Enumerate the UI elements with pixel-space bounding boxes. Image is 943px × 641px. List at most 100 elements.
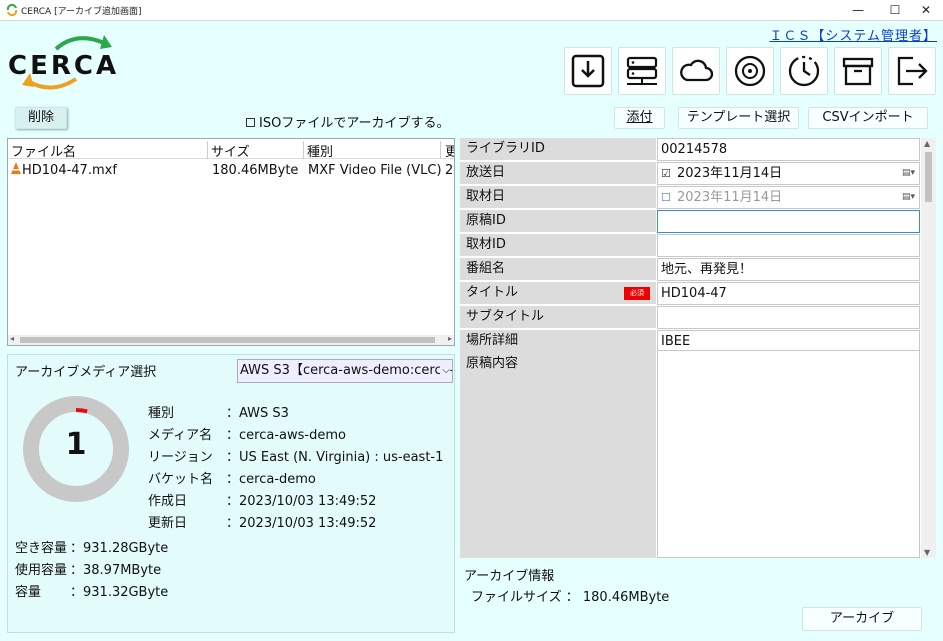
- title-field[interactable]: HD104-47: [657, 282, 920, 305]
- form-row-coverage-date: 取材日 ☐ 2023年11月14日 ▤▾: [460, 186, 920, 209]
- disc-button[interactable]: [726, 47, 774, 95]
- media-info-value: ：2023/10/03 13:49:52: [226, 494, 377, 509]
- media-info-value: ：cerca-demo: [226, 472, 316, 487]
- archive-button[interactable]: アーカイブ: [802, 607, 922, 631]
- used-capacity-label: 使用容量: [15, 563, 68, 578]
- field-label: ライブラリID: [460, 138, 656, 161]
- file-updated: 2(: [445, 163, 454, 178]
- field-label: 取材ID: [460, 234, 656, 257]
- library-id-field[interactable]: 00214578: [657, 138, 920, 161]
- scroll-down-icon[interactable]: ▼: [924, 548, 930, 557]
- logo-text: CERCA: [8, 51, 120, 81]
- window-title: CERCA [アーカイブ追加画面]: [21, 7, 142, 17]
- attach-button[interactable]: 添付: [614, 107, 665, 129]
- field-label: 取材日: [460, 186, 656, 209]
- archive-info-heading: アーカイブ情報: [464, 569, 555, 584]
- archive-box-button[interactable]: [834, 47, 882, 95]
- media-info-label: リージョン: [148, 450, 213, 465]
- column-size[interactable]: サイズ: [208, 141, 304, 160]
- column-updated[interactable]: 更: [442, 141, 454, 160]
- calendar-dropdown-icon[interactable]: ▤▾: [902, 163, 915, 184]
- total-capacity-value: ：931.32GByte: [70, 585, 169, 600]
- form-row-title: タイトル 必須 HD104-47: [460, 282, 920, 305]
- iso-checkbox-label: ISOファイルでアーカイブする。: [259, 116, 450, 131]
- form-row-manuscript-id: 原稿ID: [460, 210, 920, 233]
- column-filename[interactable]: ファイル名: [8, 141, 208, 160]
- file-list-hscrollbar[interactable]: ◂ ▸: [8, 334, 454, 345]
- manuscript-content-textarea[interactable]: [657, 350, 920, 558]
- form-row-program-name: 番組名 地元、再発見！: [460, 258, 920, 281]
- minimize-button[interactable]: —: [841, 0, 875, 21]
- file-size: 180.46MByte: [212, 163, 299, 178]
- archive-box-icon: [842, 57, 874, 86]
- download-icon: [571, 54, 605, 88]
- file-name: HD104-47.mxf: [22, 163, 117, 178]
- delete-button[interactable]: 削除: [15, 107, 67, 129]
- user-link[interactable]: ＩＣＳ【システム管理者】: [769, 25, 937, 44]
- media-info-value: ：US East (N. Virginia) : us-east-1: [226, 450, 444, 465]
- used-capacity-value: ：38.97MByte: [70, 563, 162, 578]
- cerca-logo: CERCA: [6, 29, 121, 97]
- file-list[interactable]: ファイル名 サイズ 種別 更 HD104-47.mxf 180.46MByte …: [7, 138, 455, 346]
- media-info-value: ：cerca-aws-demo: [226, 428, 346, 443]
- media-select[interactable]: AWS S3【cerca-aws-demo:cerca-demo】 ⌵: [237, 359, 453, 383]
- file-list-header: ファイル名 サイズ 種別 更: [8, 139, 454, 160]
- coverage-date-value: 2023年11月14日: [677, 190, 783, 205]
- scroll-up-icon[interactable]: ▲: [924, 139, 930, 148]
- cloud-button[interactable]: [672, 47, 720, 95]
- total-capacity-label: 容量: [15, 585, 42, 600]
- metadata-form: ライブラリID 00214578 放送日 ☑ 2023年11月14日 ▤▾ 取材日…: [460, 138, 936, 558]
- csv-import-button[interactable]: CSVインポート: [808, 107, 928, 129]
- form-row-coverage-id: 取材ID: [460, 234, 920, 257]
- archive-file-size: ファイルサイズ ： 180.46MByte: [471, 590, 670, 605]
- clock-icon: [788, 55, 820, 87]
- download-button[interactable]: [564, 47, 612, 95]
- vlc-file-icon: [11, 162, 21, 178]
- window-titlebar: CERCA [アーカイブ追加画面] — ☐ ✕: [0, 0, 943, 21]
- coverage-id-field[interactable]: [657, 234, 920, 257]
- scroll-right-icon[interactable]: ▸: [448, 334, 452, 343]
- column-type[interactable]: 種別: [304, 141, 441, 160]
- subtitle-field[interactable]: [657, 306, 920, 329]
- disc-icon: [734, 55, 766, 87]
- iso-checkbox-box[interactable]: [246, 118, 255, 127]
- media-info-label: メディア名: [148, 428, 213, 443]
- free-capacity-label: 空き容量: [15, 541, 68, 556]
- coverage-date-checkbox[interactable]: ☐: [661, 187, 671, 208]
- logout-button[interactable]: [888, 47, 936, 95]
- file-list-hscroll-thumb[interactable]: [20, 337, 435, 343]
- attach-label: 添付: [626, 110, 653, 125]
- template-select-button[interactable]: テンプレート選択: [678, 107, 799, 129]
- media-info-label: 種別: [148, 406, 175, 421]
- media-info-label: 更新日: [148, 516, 188, 531]
- scroll-left-icon[interactable]: ◂: [10, 334, 14, 343]
- form-row-subtitle: サブタイトル: [460, 306, 920, 329]
- logout-icon: [897, 56, 928, 86]
- broadcast-date-checkbox[interactable]: ☑: [661, 163, 671, 184]
- field-label: 原稿ID: [460, 210, 656, 233]
- form-vscroll-thumb[interactable]: [925, 152, 932, 202]
- broadcast-date-picker[interactable]: ☑ 2023年11月14日 ▤▾: [657, 162, 920, 185]
- field-label: 番組名: [460, 258, 656, 281]
- chevron-down-icon: ⌵: [440, 360, 450, 382]
- field-label: サブタイトル: [460, 306, 656, 329]
- calendar-dropdown-icon[interactable]: ▤▾: [902, 187, 915, 208]
- manuscript-id-field[interactable]: [657, 210, 920, 233]
- iso-checkbox[interactable]: ISOファイルでアーカイブする。: [246, 112, 450, 131]
- free-capacity-value: ：931.28GByte: [70, 541, 169, 556]
- form-vscrollbar[interactable]: ▲ ▼: [921, 138, 936, 558]
- media-info-value: ：AWS S3: [226, 406, 289, 421]
- archive-media-panel: アーカイブメディア選択 AWS S3【cerca-aws-demo:cerca-…: [7, 354, 455, 633]
- media-count: 1: [65, 427, 87, 462]
- close-button[interactable]: ✕: [909, 0, 943, 21]
- history-button[interactable]: [780, 47, 828, 95]
- cerca-app-icon: [6, 4, 18, 16]
- program-name-field[interactable]: 地元、再発見！: [657, 258, 920, 281]
- media-info-value: ：2023/10/03 13:49:52: [226, 516, 377, 531]
- coverage-date-picker[interactable]: ☐ 2023年11月14日 ▤▾: [657, 186, 920, 209]
- server-button[interactable]: [618, 47, 666, 95]
- file-type: MXF Video File (VLC): [308, 163, 442, 178]
- field-label: 放送日: [460, 162, 656, 185]
- media-select-value: AWS S3【cerca-aws-demo:cerca-demo】: [240, 363, 452, 378]
- maximize-button[interactable]: ☐: [878, 0, 912, 21]
